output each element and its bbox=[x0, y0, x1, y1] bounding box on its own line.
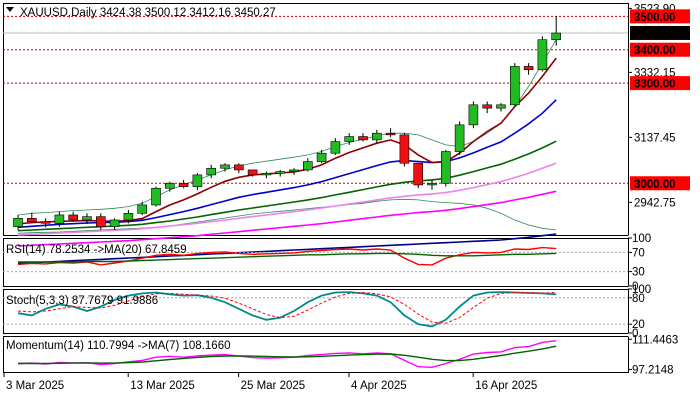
candle[interactable] bbox=[302, 161, 313, 171]
x-date-label: 13 Mar 2025 bbox=[130, 380, 195, 392]
rsi-y-label: 30 bbox=[632, 267, 645, 279]
x-date-label: 3 Mar 2025 bbox=[6, 380, 64, 392]
stoch-title: Stoch(5,3,3) 87.7679 91.9886 bbox=[6, 295, 158, 307]
price-badge-label: 3500.00 bbox=[634, 12, 676, 24]
candle[interactable] bbox=[454, 124, 465, 152]
price-badge-label: 3000.00 bbox=[634, 179, 676, 191]
x-date-label: 16 Apr 2025 bbox=[475, 380, 537, 392]
candle[interactable] bbox=[551, 32, 562, 41]
x-date-label: 4 Apr 2025 bbox=[351, 380, 407, 392]
candle[interactable] bbox=[413, 162, 424, 186]
momentum-y-label: 111.4463 bbox=[632, 334, 678, 346]
candle[interactable] bbox=[482, 104, 493, 109]
candle[interactable] bbox=[330, 141, 341, 154]
candle[interactable] bbox=[247, 169, 258, 176]
candle[interactable] bbox=[316, 152, 327, 162]
candle[interactable] bbox=[385, 132, 396, 136]
candle[interactable] bbox=[509, 66, 520, 106]
xauusd-chart[interactable]: XAUUSD,Daily 3424.38 3500.12 3412.16 345… bbox=[0, 0, 700, 400]
candle[interactable] bbox=[165, 182, 175, 189]
candle[interactable] bbox=[275, 171, 286, 174]
price-badge-label: 3450.27 bbox=[634, 28, 676, 40]
candle[interactable] bbox=[371, 132, 382, 141]
candle[interactable] bbox=[289, 169, 299, 172]
y-tick-label: 3137.45 bbox=[634, 132, 676, 144]
candle[interactable] bbox=[440, 151, 451, 184]
candle[interactable] bbox=[427, 182, 437, 186]
price-badge-label: 3300.00 bbox=[634, 79, 676, 91]
candle[interactable] bbox=[151, 187, 161, 206]
candle[interactable] bbox=[399, 134, 410, 164]
candle[interactable] bbox=[206, 167, 216, 176]
rsi-y-label: 100 bbox=[632, 233, 651, 245]
candle[interactable] bbox=[192, 174, 203, 187]
candle[interactable] bbox=[13, 218, 23, 227]
momentum-y-label: 97.2148 bbox=[632, 364, 674, 376]
candle[interactable] bbox=[68, 214, 78, 221]
candle[interactable] bbox=[109, 219, 120, 227]
y-tick-label: 2942.75 bbox=[634, 197, 676, 209]
candle[interactable] bbox=[234, 164, 244, 171]
candle[interactable] bbox=[220, 164, 230, 169]
candle[interactable] bbox=[496, 104, 506, 109]
candle[interactable] bbox=[123, 213, 134, 221]
momentum-title: Momentum(14) 110.7994 ->MA(7) 108.1660 bbox=[6, 340, 230, 352]
candle[interactable] bbox=[537, 39, 548, 71]
rsi-y-label: 70 bbox=[632, 247, 645, 259]
candle[interactable] bbox=[82, 216, 92, 221]
candle[interactable] bbox=[344, 136, 355, 142]
candle[interactable] bbox=[137, 204, 147, 214]
dropdown-triangle-icon[interactable] bbox=[6, 7, 14, 12]
candle[interactable] bbox=[54, 214, 65, 224]
candle[interactable] bbox=[96, 216, 106, 227]
candle[interactable] bbox=[468, 104, 479, 126]
candle[interactable] bbox=[261, 172, 272, 176]
candle[interactable] bbox=[523, 66, 534, 71]
price-badge-label: 3400.00 bbox=[634, 45, 676, 57]
candle[interactable] bbox=[40, 221, 51, 224]
candle[interactable] bbox=[178, 182, 189, 187]
chart-frame bbox=[3, 3, 629, 373]
candle[interactable] bbox=[358, 136, 368, 141]
x-date-label: 25 Mar 2025 bbox=[241, 380, 306, 392]
stoch-y-label: 80 bbox=[632, 293, 645, 305]
rsi-title: RSI(14) 78.2534 ->MA(20) 67.8459 bbox=[6, 244, 187, 256]
chart-title: XAUUSD,Daily 3424.38 3500.12 3412.16 345… bbox=[20, 7, 276, 19]
lower-band-line bbox=[17, 198, 557, 234]
candle[interactable] bbox=[26, 218, 37, 222]
